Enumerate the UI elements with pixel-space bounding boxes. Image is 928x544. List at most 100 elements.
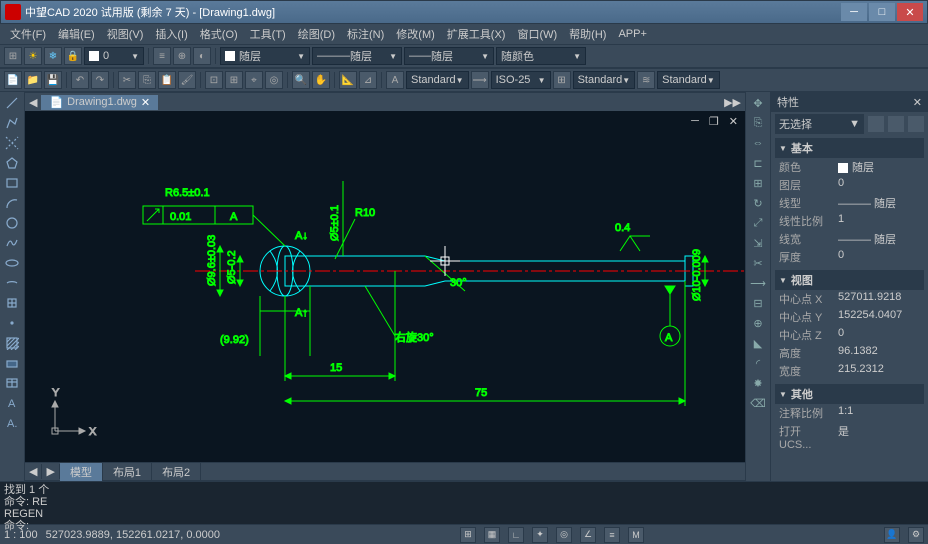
section-basic[interactable]: 基本 — [775, 138, 924, 158]
move-icon[interactable]: ✥ — [748, 94, 768, 112]
prop-row[interactable]: 打开 UCS...是 — [775, 422, 924, 452]
layer-state-dropdown[interactable]: 随层▼ — [220, 47, 310, 65]
tool-btn[interactable]: ≡ — [153, 47, 171, 65]
text-icon[interactable]: A — [2, 394, 22, 412]
hatch-icon[interactable] — [2, 334, 22, 352]
trim-icon[interactable]: ✂ — [748, 254, 768, 272]
prop-row[interactable]: 宽度215.2312 — [775, 362, 924, 380]
prop-row[interactable]: 中心点 X527011.9218 — [775, 290, 924, 308]
ml-style-icon[interactable]: ≋ — [637, 71, 655, 89]
copy-icon[interactable]: ⎘ — [138, 71, 156, 89]
mirror-icon[interactable]: ⇔ — [748, 134, 768, 152]
grid-toggle[interactable]: ▦ — [484, 527, 500, 543]
mlstyle-dropdown[interactable]: Standard▼ — [657, 71, 720, 89]
stretch-icon[interactable]: ⇲ — [748, 234, 768, 252]
prop-row[interactable]: 中心点 Z0 — [775, 326, 924, 344]
line-icon[interactable] — [2, 94, 22, 112]
status-scale[interactable]: 1 : 100 — [4, 529, 38, 541]
point-icon[interactable] — [2, 314, 22, 332]
menu-file[interactable]: 文件(F) — [4, 24, 52, 44]
tool-btn[interactable]: 🔍 — [292, 71, 310, 89]
spline-icon[interactable] — [2, 234, 22, 252]
rect-icon[interactable] — [2, 174, 22, 192]
menu-insert[interactable]: 插入(I) — [149, 24, 193, 44]
tool-btn[interactable]: ◐ — [193, 47, 211, 65]
match-icon[interactable]: 🖌 — [178, 71, 196, 89]
text-style-icon[interactable]: A — [386, 71, 404, 89]
lwt-toggle[interactable]: ≡ — [604, 527, 620, 543]
osnap-toggle[interactable]: ◎ — [556, 527, 572, 543]
tool-btn[interactable]: ⊞ — [225, 71, 243, 89]
menu-view[interactable]: 视图(V) — [101, 24, 150, 44]
tool-btn[interactable]: ⊕ — [173, 47, 191, 65]
props-close-icon[interactable]: ✕ — [913, 96, 922, 109]
copy-icon[interactable]: ⎘ — [748, 114, 768, 132]
undo-icon[interactable]: ↶ — [71, 71, 89, 89]
snap-toggle[interactable]: ⊞ — [460, 527, 476, 543]
explode-icon[interactable]: ✸ — [748, 374, 768, 392]
polar-toggle[interactable]: ✦ — [532, 527, 548, 543]
arc-icon[interactable] — [2, 194, 22, 212]
join-icon[interactable]: ⊕ — [748, 314, 768, 332]
status-icon[interactable]: ⚙ — [908, 527, 924, 543]
tab-close-icon[interactable]: ✕ — [141, 96, 150, 109]
props-icon[interactable] — [908, 116, 924, 132]
tool-btn[interactable]: ⌖ — [245, 71, 263, 89]
tool-btn[interactable]: 🔒 — [64, 47, 82, 65]
region-icon[interactable] — [2, 354, 22, 372]
prop-row[interactable]: 线性比例1 — [775, 212, 924, 230]
save-icon[interactable]: 💾 — [44, 71, 62, 89]
menu-ext[interactable]: 扩展工具(X) — [441, 24, 512, 44]
prop-row[interactable]: 厚度0 — [775, 248, 924, 266]
table-icon[interactable] — [2, 374, 22, 392]
fillet-icon[interactable]: ◜ — [748, 354, 768, 372]
layer-dropdown[interactable]: 0▼ — [84, 47, 144, 65]
rotate-icon[interactable]: ↻ — [748, 194, 768, 212]
model-toggle[interactable]: M — [628, 527, 644, 543]
new-icon[interactable]: 📄 — [4, 71, 22, 89]
tool-btn[interactable]: ⊞ — [4, 47, 22, 65]
prop-row[interactable]: 线宽——— 随层 — [775, 230, 924, 248]
mtext-icon[interactable]: A. — [2, 414, 22, 432]
polygon-icon[interactable] — [2, 154, 22, 172]
open-icon[interactable]: 📁 — [24, 71, 42, 89]
tool-btn[interactable]: ◎ — [265, 71, 283, 89]
prop-row[interactable]: 图层0 — [775, 176, 924, 194]
offset-icon[interactable]: ⊏ — [748, 154, 768, 172]
menu-app[interactable]: APP+ — [612, 26, 652, 42]
menu-format[interactable]: 格式(O) — [194, 24, 244, 44]
tool-btn[interactable]: ☀ — [24, 47, 42, 65]
tool-btn[interactable]: ⊿ — [359, 71, 377, 89]
circle-icon[interactable] — [2, 214, 22, 232]
ellipse-icon[interactable] — [2, 254, 22, 272]
array-icon[interactable]: ⊞ — [748, 174, 768, 192]
tab-model[interactable]: 模型 — [60, 463, 103, 481]
menu-window[interactable]: 窗口(W) — [511, 24, 563, 44]
maximize-button[interactable]: □ — [869, 3, 895, 21]
section-other[interactable]: 其他 — [775, 384, 924, 404]
extend-icon[interactable]: ⟶ — [748, 274, 768, 292]
prop-row[interactable]: 中心点 Y152254.0407 — [775, 308, 924, 326]
xline-icon[interactable] — [2, 134, 22, 152]
section-view[interactable]: 视图 — [775, 270, 924, 290]
prop-row[interactable]: 颜色随层 — [775, 158, 924, 176]
tool-btn[interactable]: ✋ — [312, 71, 330, 89]
tablestyle-dropdown[interactable]: Standard▼ — [573, 71, 636, 89]
menu-dim[interactable]: 标注(N) — [341, 24, 390, 44]
menu-modify[interactable]: 修改(M) — [390, 24, 441, 44]
block-icon[interactable] — [2, 294, 22, 312]
selection-dropdown[interactable]: 无选择▼ — [775, 114, 864, 134]
menu-edit[interactable]: 编辑(E) — [52, 24, 101, 44]
minimize-button[interactable]: ─ — [841, 3, 867, 21]
dimstyle-dropdown[interactable]: ISO-25▼ — [491, 71, 551, 89]
linetype-dropdown[interactable]: ———随层▼ — [312, 47, 402, 65]
props-icon[interactable] — [888, 116, 904, 132]
dim-style-icon[interactable]: ⟶ — [471, 71, 489, 89]
tab-layout1[interactable]: 布局1 — [103, 463, 152, 481]
redo-icon[interactable]: ↷ — [91, 71, 109, 89]
close-button[interactable]: ✕ — [897, 3, 923, 21]
tool-btn[interactable]: ⊡ — [205, 71, 223, 89]
doc-tab[interactable]: 📄 Drawing1.dwg✕ — [41, 95, 158, 110]
ortho-toggle[interactable]: ∟ — [508, 527, 524, 543]
erase-icon[interactable]: ⌫ — [748, 394, 768, 412]
